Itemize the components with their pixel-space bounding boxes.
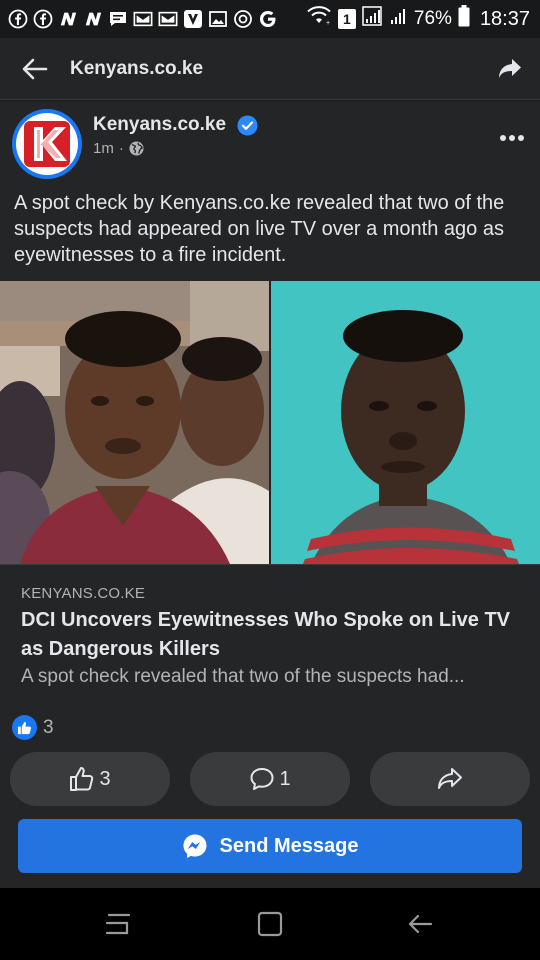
meta-separator: · <box>118 140 124 157</box>
sim-badge: 1 <box>337 9 356 29</box>
signal-icon <box>390 6 408 32</box>
more-dots-icon <box>500 135 524 141</box>
globe-icon <box>129 141 144 156</box>
notification-icons <box>8 9 306 29</box>
send-message-bar: Send Message <box>0 806 540 888</box>
signal-icon <box>362 6 384 32</box>
wifi-icon: + <box>306 6 332 32</box>
action-bar: 3 1 <box>0 752 540 806</box>
post-text: A spot check by Kenyans.co.ke revealed t… <box>14 192 505 266</box>
reaction-summary[interactable]: 3 <box>12 715 54 740</box>
n-app-icon <box>83 9 103 29</box>
mail-icon <box>133 9 153 29</box>
home-button[interactable] <box>250 906 290 942</box>
arrow-left-icon <box>22 58 48 79</box>
share-button[interactable] <box>480 38 540 100</box>
thumbs-up-icon <box>70 767 94 791</box>
google-icon <box>258 9 278 29</box>
app-bar: Kenyans.co.ke <box>0 38 540 100</box>
page-title: Kenyans.co.ke <box>70 57 204 79</box>
system-nav-bar <box>0 888 540 960</box>
link-title: DCI Uncovers Eyewitnesses Who Spoke on L… <box>21 609 511 660</box>
page-name[interactable]: Kenyans.co.ke <box>93 114 226 136</box>
message-icon <box>108 9 128 29</box>
share-icon <box>438 768 462 789</box>
post-header: Kenyans.co.ke 1m · <box>0 101 540 181</box>
gallery-icon <box>208 9 228 29</box>
like-button[interactable]: 3 <box>10 752 170 806</box>
facebook-icon <box>8 9 28 29</box>
link-domain: KENYANS.CO.KE <box>21 585 146 602</box>
link-description: A spot check revealed that two of the su… <box>21 666 465 687</box>
system-status: + 1 76% 18:37 <box>306 5 530 33</box>
post-card: Kenyans.co.ke 1m · A spot check by Kenya… <box>0 101 540 806</box>
v-app-icon <box>183 9 203 29</box>
back-arrow-icon <box>408 914 433 934</box>
battery-percent: 76% <box>413 8 452 29</box>
post-time[interactable]: 1m <box>93 140 114 157</box>
avatar[interactable] <box>12 109 82 179</box>
status-bar: + 1 76% 18:37 <box>0 0 540 38</box>
like-reaction-icon <box>12 715 37 740</box>
send-message-label: Send Message <box>219 834 359 857</box>
link-preview[interactable]: KENYANS.CO.KE DCI Uncovers Eyewitnesses … <box>0 564 540 689</box>
battery-icon <box>458 5 470 33</box>
photo-right-panel <box>271 281 540 564</box>
reaction-count: 3 <box>43 716 54 738</box>
share-arrow-icon <box>499 58 521 78</box>
post-meta: 1m · <box>93 140 144 157</box>
facebook-icon <box>33 9 53 29</box>
recents-icon <box>105 913 131 935</box>
photo-left-panel <box>0 281 269 564</box>
home-square-icon <box>257 911 283 937</box>
send-message-button[interactable]: Send Message <box>18 819 522 873</box>
mail-icon <box>158 9 178 29</box>
kenyans-logo <box>16 113 78 175</box>
circle-app-icon <box>233 9 253 29</box>
svg-text:+: + <box>326 20 330 26</box>
comment-count: 1 <box>279 767 291 790</box>
back-button[interactable] <box>0 38 70 100</box>
clock: 18:37 <box>479 7 530 30</box>
like-count: 3 <box>99 767 111 790</box>
back-nav-button[interactable] <box>400 906 440 942</box>
share-post-button[interactable] <box>370 752 530 806</box>
post-photo[interactable] <box>0 281 540 564</box>
n-app-icon <box>58 9 78 29</box>
messenger-icon <box>183 834 207 858</box>
comment-button[interactable]: 1 <box>190 752 350 806</box>
more-options-button[interactable] <box>492 123 532 153</box>
recent-apps-button[interactable] <box>98 906 138 942</box>
comment-icon <box>250 768 274 790</box>
verified-badge-icon <box>237 115 258 136</box>
